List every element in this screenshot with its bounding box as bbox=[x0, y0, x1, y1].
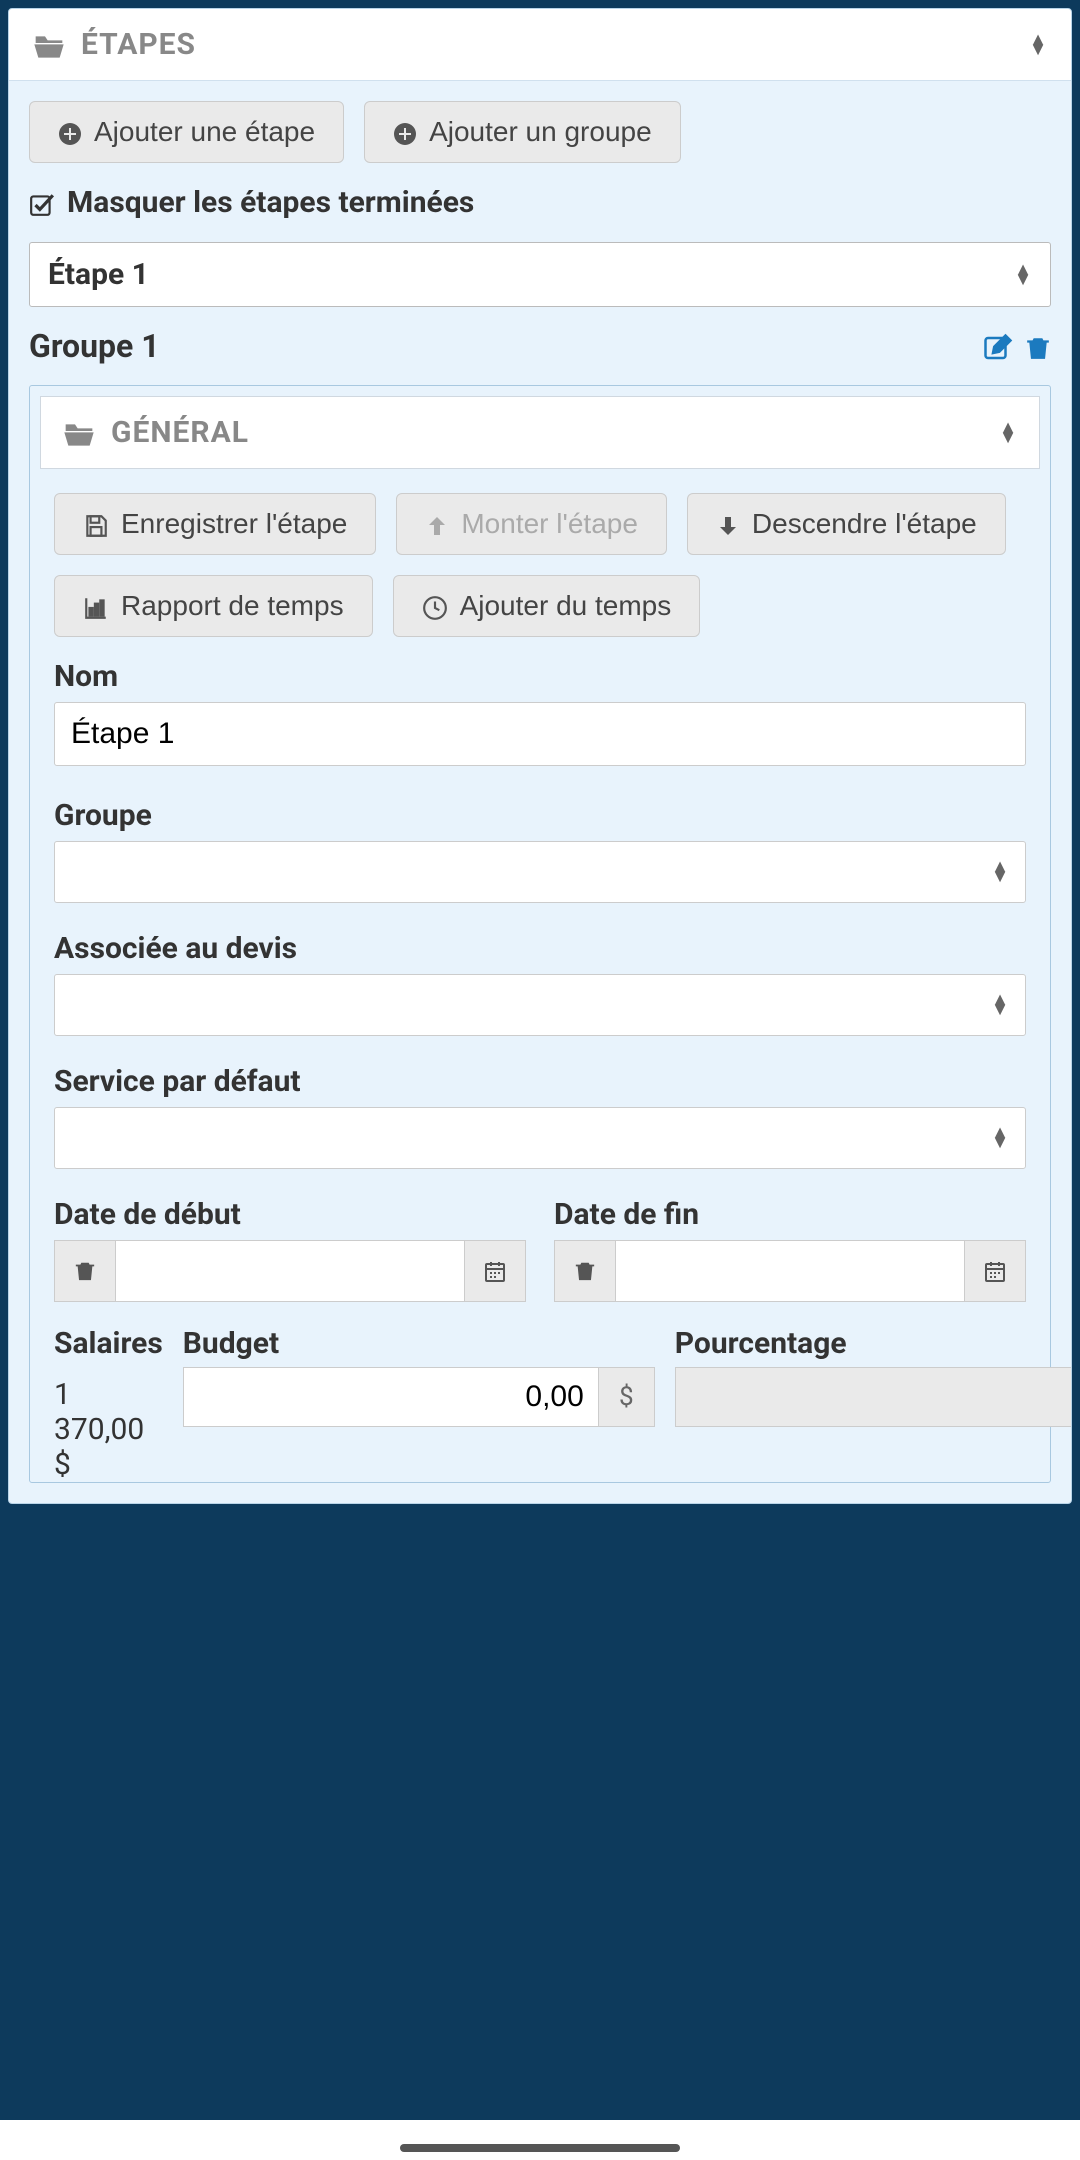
general-header[interactable]: GÉNÉRAL ▲▼ bbox=[40, 396, 1040, 469]
percent-input[interactable] bbox=[675, 1367, 1072, 1427]
chevron-up-down-icon: ▲▼ bbox=[991, 862, 1009, 882]
general-header-left: GÉNÉRAL bbox=[63, 415, 249, 450]
group-select[interactable]: ▲▼ bbox=[54, 841, 1026, 903]
service-select[interactable]: ▲▼ bbox=[54, 1107, 1026, 1169]
add-time-label: Ajouter du temps bbox=[460, 590, 672, 622]
sort-icon[interactable]: ▲▼ bbox=[999, 423, 1017, 443]
name-input[interactable] bbox=[54, 702, 1026, 766]
chevron-up-down-icon: ▲▼ bbox=[1014, 265, 1032, 285]
budget-col: Budget $ bbox=[183, 1326, 655, 1482]
start-date-picker-button[interactable] bbox=[464, 1240, 526, 1302]
chevron-up-down-icon: ▲▼ bbox=[991, 995, 1009, 1015]
etapes-panel: ÉTAPES ▲▼ Ajouter une étape Ajouter un g… bbox=[8, 8, 1072, 1504]
bar-chart-icon bbox=[83, 590, 109, 622]
group-field-label: Groupe bbox=[54, 798, 1026, 833]
name-label: Nom bbox=[54, 659, 1026, 694]
end-date-input[interactable] bbox=[616, 1240, 964, 1302]
etapes-header-left: ÉTAPES bbox=[33, 27, 196, 62]
hide-completed-row[interactable]: Masquer les étapes terminées bbox=[29, 185, 1051, 220]
save-icon bbox=[83, 508, 109, 540]
service-label: Service par défaut bbox=[54, 1064, 1026, 1099]
etapes-header[interactable]: ÉTAPES ▲▼ bbox=[9, 9, 1071, 81]
move-down-button[interactable]: Descendre l'étape bbox=[687, 493, 1006, 555]
folder-open-icon bbox=[63, 416, 95, 449]
general-title: GÉNÉRAL bbox=[111, 415, 249, 450]
arrow-up-icon bbox=[425, 508, 449, 540]
edit-icon[interactable] bbox=[983, 329, 1013, 363]
add-group-label: Ajouter un groupe bbox=[429, 116, 652, 148]
start-date-col: Date de début bbox=[54, 1197, 526, 1302]
budget-label: Budget bbox=[183, 1326, 655, 1361]
plus-circle-icon bbox=[393, 116, 417, 148]
general-panel: GÉNÉRAL ▲▼ Enregistrer l'étape bbox=[29, 385, 1051, 1483]
arrow-down-icon bbox=[716, 508, 740, 540]
salary-col: Salaires 1 370,00 $ bbox=[54, 1326, 163, 1482]
step-select[interactable]: Étape 1 ▲▼ bbox=[29, 242, 1051, 307]
end-date-picker-button[interactable] bbox=[964, 1240, 1026, 1302]
folder-open-icon bbox=[33, 28, 65, 61]
add-step-button[interactable]: Ajouter une étape bbox=[29, 101, 344, 163]
add-time-button[interactable]: Ajouter du temps bbox=[393, 575, 701, 637]
save-step-label: Enregistrer l'étape bbox=[121, 508, 347, 540]
group-actions bbox=[983, 329, 1051, 363]
salary-value: 1 370,00 $ bbox=[54, 1367, 163, 1482]
plus-circle-icon bbox=[58, 116, 82, 148]
clear-end-date-button[interactable] bbox=[554, 1240, 616, 1302]
percent-label: Pourcentage bbox=[675, 1326, 1072, 1361]
checkbox-checked-icon[interactable] bbox=[29, 185, 55, 220]
clear-start-date-button[interactable] bbox=[54, 1240, 116, 1302]
step-select-value: Étape 1 bbox=[48, 257, 149, 292]
hide-completed-label: Masquer les étapes terminées bbox=[67, 185, 474, 220]
move-up-button[interactable]: Monter l'étape bbox=[396, 493, 667, 555]
clock-icon bbox=[422, 590, 448, 622]
salary-label: Salaires bbox=[54, 1326, 163, 1361]
etapes-buttons-row: Ajouter une étape Ajouter un groupe bbox=[29, 101, 1051, 163]
move-down-label: Descendre l'étape bbox=[752, 508, 977, 540]
etapes-body: Ajouter une étape Ajouter un groupe Masq… bbox=[9, 81, 1071, 1503]
bottom-strip bbox=[0, 2120, 1080, 2160]
etapes-title: ÉTAPES bbox=[81, 27, 196, 62]
dollar-addon: $ bbox=[599, 1367, 655, 1427]
group-row: Groupe 1 bbox=[29, 327, 1051, 365]
budget-input-group: $ bbox=[183, 1367, 655, 1427]
budget-input[interactable] bbox=[183, 1367, 599, 1427]
percent-input-group: % bbox=[675, 1367, 1072, 1427]
sort-icon[interactable]: ▲▼ bbox=[1029, 35, 1047, 55]
quote-select[interactable]: ▲▼ bbox=[54, 974, 1026, 1036]
end-date-label: Date de fin bbox=[554, 1197, 1026, 1232]
end-date-col: Date de fin bbox=[554, 1197, 1026, 1302]
start-date-group bbox=[54, 1240, 526, 1302]
group-label: Groupe 1 bbox=[29, 327, 160, 365]
add-step-label: Ajouter une étape bbox=[94, 116, 315, 148]
save-step-button[interactable]: Enregistrer l'étape bbox=[54, 493, 376, 555]
trash-icon[interactable] bbox=[1025, 329, 1051, 363]
general-body: Enregistrer l'étape Monter l'étape Desce… bbox=[30, 469, 1050, 1482]
chevron-up-down-icon: ▲▼ bbox=[991, 1128, 1009, 1148]
time-report-button[interactable]: Rapport de temps bbox=[54, 575, 373, 637]
general-buttons: Enregistrer l'étape Monter l'étape Desce… bbox=[54, 493, 1026, 637]
date-row: Date de début Date de fin bbox=[54, 1197, 1026, 1302]
time-report-label: Rapport de temps bbox=[121, 590, 344, 622]
end-date-group bbox=[554, 1240, 1026, 1302]
move-up-label: Monter l'étape bbox=[461, 508, 638, 540]
home-indicator bbox=[400, 2144, 680, 2152]
add-group-button[interactable]: Ajouter un groupe bbox=[364, 101, 681, 163]
footer-row: Salaires 1 370,00 $ Budget $ Pourcentage bbox=[54, 1326, 1026, 1482]
start-date-input[interactable] bbox=[116, 1240, 464, 1302]
start-date-label: Date de début bbox=[54, 1197, 526, 1232]
percent-col: Pourcentage % bbox=[675, 1326, 1072, 1482]
quote-label: Associée au devis bbox=[54, 931, 1026, 966]
